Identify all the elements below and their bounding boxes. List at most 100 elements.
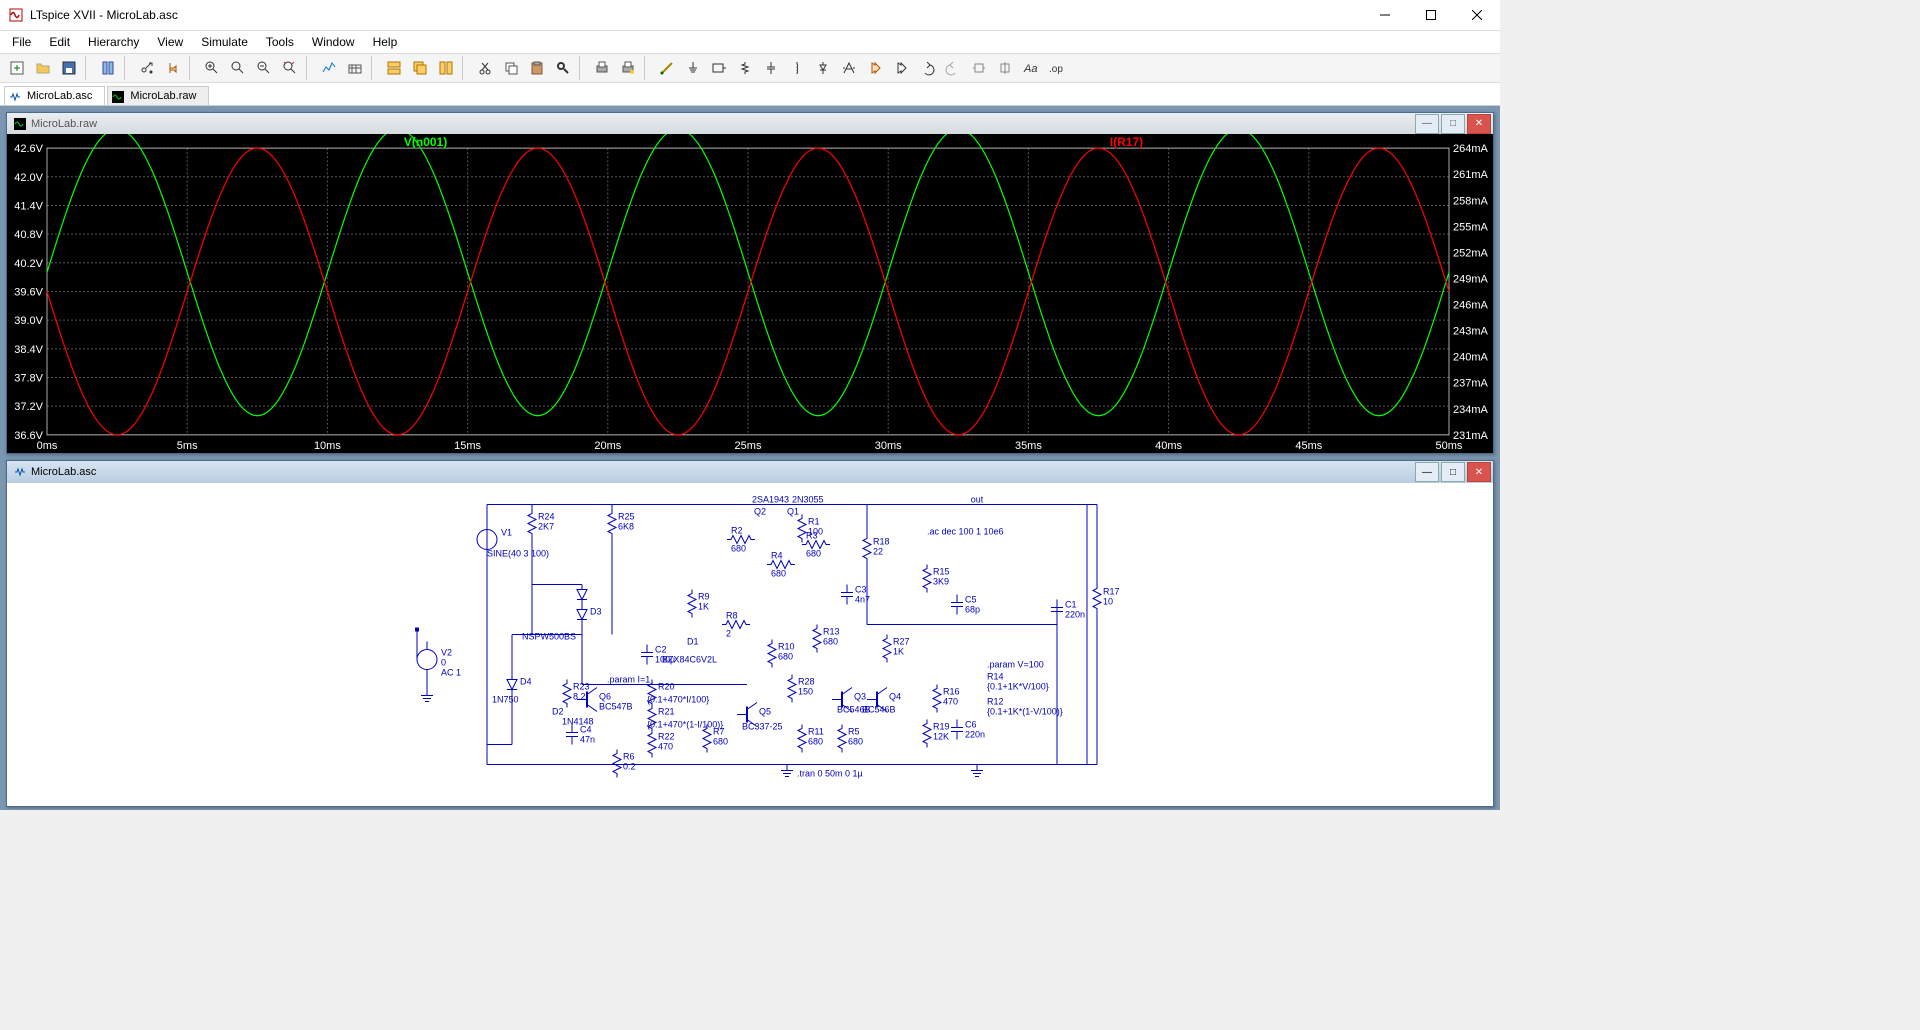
svg-text:38.4V: 38.4V — [14, 344, 43, 356]
svg-text:22: 22 — [873, 547, 883, 557]
menubar: File Edit Hierarchy View Simulate Tools … — [0, 31, 1500, 53]
control-panel-button[interactable] — [95, 55, 121, 81]
svg-text:37.8V: 37.8V — [14, 372, 43, 384]
text-button[interactable]: Aa — [1018, 55, 1044, 81]
tab-schematic[interactable]: MicroLab.asc — [4, 86, 105, 105]
svg-text:R14: R14 — [987, 672, 1004, 682]
cascade-windows-button[interactable] — [407, 55, 433, 81]
child-minimize-button[interactable]: — — [1415, 462, 1439, 482]
svg-text:40.2V: 40.2V — [14, 258, 43, 270]
svg-text:R11: R11 — [808, 727, 824, 737]
pan-button[interactable] — [225, 55, 251, 81]
svg-text:Q2: Q2 — [754, 507, 766, 517]
svg-text:680: 680 — [848, 737, 863, 747]
svg-text:R27: R27 — [893, 637, 910, 647]
halt-button[interactable] — [160, 55, 186, 81]
svg-text:10ms: 10ms — [314, 440, 341, 452]
svg-text:{0.1+470*I/100}: {0.1+470*I/100} — [647, 695, 709, 705]
child-close-button[interactable]: ✕ — [1467, 114, 1491, 134]
svg-text:68p: 68p — [965, 605, 980, 615]
menu-view[interactable]: View — [149, 33, 191, 51]
label-button[interactable] — [706, 55, 732, 81]
svg-text:.op: .op — [1049, 64, 1063, 75]
move-button[interactable] — [862, 55, 888, 81]
svg-text:.tran 0 50m 0 1µ: .tran 0 50m 0 1µ — [797, 769, 863, 779]
svg-text:C3: C3 — [855, 585, 867, 595]
svg-text:R20: R20 — [658, 682, 675, 692]
child-maximize-button[interactable]: □ — [1441, 462, 1465, 482]
close-button[interactable] — [1454, 0, 1500, 30]
autorange-button[interactable] — [316, 55, 342, 81]
maximize-button[interactable] — [1408, 0, 1454, 30]
redo-button[interactable] — [940, 55, 966, 81]
close-windows-button[interactable] — [433, 55, 459, 81]
svg-text:R17: R17 — [1103, 587, 1120, 597]
svg-text:1N750: 1N750 — [492, 695, 519, 705]
child-minimize-button[interactable]: — — [1415, 114, 1439, 134]
inductor-button[interactable] — [784, 55, 810, 81]
ground-button[interactable] — [680, 55, 706, 81]
menu-hierarchy[interactable]: Hierarchy — [80, 33, 147, 51]
svg-text:R16: R16 — [943, 687, 960, 697]
tile-windows-button[interactable] — [381, 55, 407, 81]
svg-text:42.6V: 42.6V — [14, 143, 43, 155]
schematic-canvas[interactable]: outV1SINE(40 3 100)V20AC 1R242K7R256K8D3… — [7, 483, 1493, 806]
svg-text:C6: C6 — [965, 720, 977, 730]
menu-help[interactable]: Help — [365, 33, 406, 51]
svg-text:{0.1+1K*V/100}: {0.1+1K*V/100} — [987, 682, 1049, 692]
undo-button[interactable] — [914, 55, 940, 81]
mirror-button[interactable] — [992, 55, 1018, 81]
print-button[interactable] — [589, 55, 615, 81]
schematic-titlebar[interactable]: MicroLab.asc — □ ✕ — [7, 461, 1493, 483]
svg-text:36.6V: 36.6V — [14, 430, 43, 442]
new-schematic-button[interactable] — [4, 55, 30, 81]
save-button[interactable] — [56, 55, 82, 81]
diode-button[interactable] — [810, 55, 836, 81]
svg-text:237mA: 237mA — [1453, 378, 1488, 390]
run-button[interactable] — [134, 55, 160, 81]
svg-text:R28: R28 — [798, 677, 815, 687]
zoom-in-button[interactable] — [199, 55, 225, 81]
drag-button[interactable] — [888, 55, 914, 81]
tab-waveform[interactable]: MicroLab.raw — [107, 86, 209, 105]
svg-text:220n: 220n — [1065, 610, 1085, 620]
svg-text:R3: R3 — [806, 531, 818, 541]
open-button[interactable] — [30, 55, 56, 81]
paste-button[interactable] — [524, 55, 550, 81]
menu-tools[interactable]: Tools — [258, 33, 302, 51]
svg-text:R23: R23 — [573, 682, 590, 692]
child-close-button[interactable]: ✕ — [1467, 462, 1491, 482]
svg-text:25ms: 25ms — [735, 440, 762, 452]
rotate-button[interactable] — [966, 55, 992, 81]
capacitor-button[interactable] — [758, 55, 784, 81]
wire-button[interactable] — [654, 55, 680, 81]
minimize-button[interactable] — [1362, 0, 1408, 30]
svg-text:out: out — [971, 495, 984, 505]
svg-text:R12: R12 — [987, 697, 1004, 707]
zoom-out-button[interactable] — [251, 55, 277, 81]
svg-text:D3: D3 — [590, 607, 602, 617]
svg-text:1K: 1K — [698, 602, 709, 612]
svg-text:D2: D2 — [552, 707, 564, 717]
cut-button[interactable] — [472, 55, 498, 81]
plot-area[interactable]: 0ms5ms10ms15ms20ms25ms30ms35ms40ms45ms50… — [7, 134, 1493, 453]
child-maximize-button[interactable]: □ — [1441, 114, 1465, 134]
component-button[interactable] — [836, 55, 862, 81]
mdi-area: MicroLab.raw — □ ✕ 0ms5ms10ms15ms20ms25m… — [0, 106, 1500, 810]
zoom-fit-button[interactable] — [277, 55, 303, 81]
spice-directive-button[interactable]: .op — [1044, 55, 1070, 81]
resistor-button[interactable] — [732, 55, 758, 81]
svg-text:39.0V: 39.0V — [14, 315, 43, 327]
find-button[interactable] — [550, 55, 576, 81]
menu-simulate[interactable]: Simulate — [193, 33, 256, 51]
svg-text:41.4V: 41.4V — [14, 200, 43, 212]
waveform-window: MicroLab.raw — □ ✕ 0ms5ms10ms15ms20ms25m… — [6, 112, 1494, 454]
menu-edit[interactable]: Edit — [41, 33, 78, 51]
waveform-titlebar[interactable]: MicroLab.raw — □ ✕ — [7, 113, 1493, 134]
copy-button[interactable] — [498, 55, 524, 81]
setup-button[interactable] — [342, 55, 368, 81]
menu-file[interactable]: File — [4, 33, 39, 51]
svg-text:35ms: 35ms — [1015, 440, 1042, 452]
print-setup-button[interactable] — [615, 55, 641, 81]
menu-window[interactable]: Window — [304, 33, 363, 51]
